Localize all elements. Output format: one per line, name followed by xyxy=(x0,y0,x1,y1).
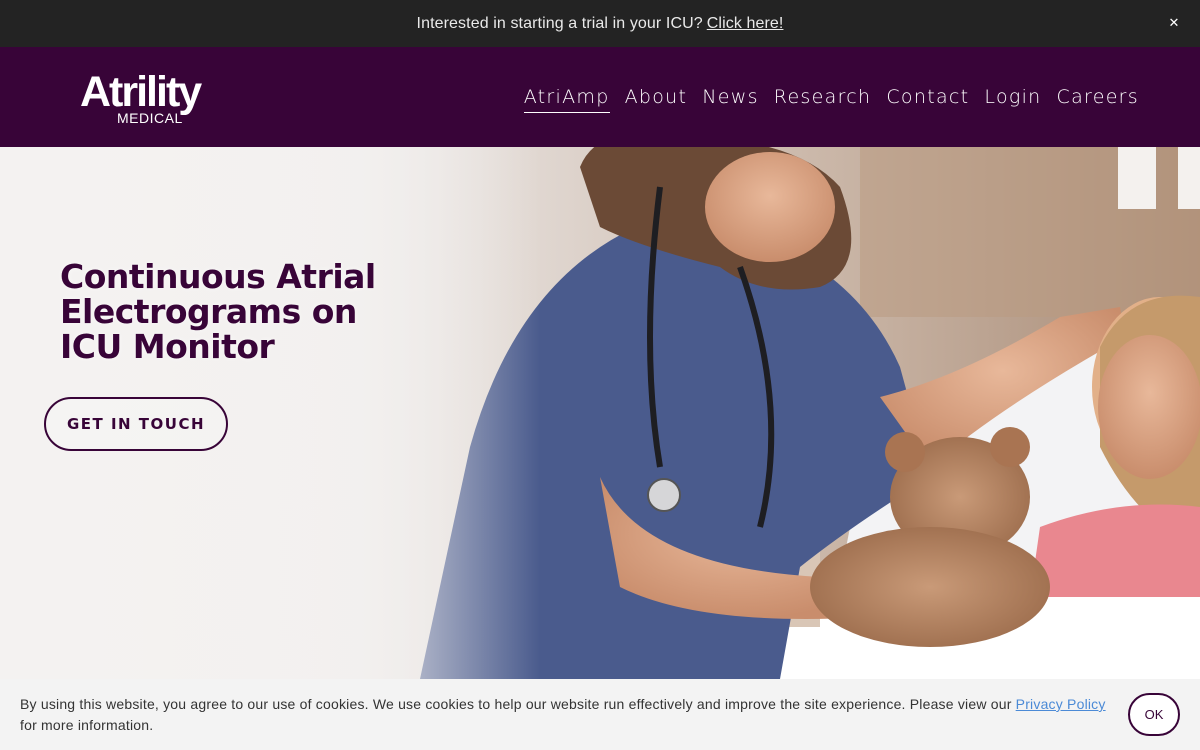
announcement-bar: Interested in starting a trial in your I… xyxy=(0,0,1200,47)
cookie-text-after: for more information. xyxy=(20,717,154,733)
logo-wordmark: Atrility xyxy=(80,68,202,116)
privacy-policy-link[interactable]: Privacy Policy xyxy=(1016,696,1106,712)
nav-item-login[interactable]: Login xyxy=(984,84,1041,113)
get-in-touch-button[interactable]: GET IN TOUCH xyxy=(44,397,228,451)
nav-item-atriamp[interactable]: AtriAmp xyxy=(523,84,610,113)
nav-item-careers[interactable]: Careers xyxy=(1057,84,1140,113)
atrility-logo[interactable]: Atrility MEDICAL xyxy=(80,69,220,129)
nav-item-about[interactable]: About xyxy=(625,84,688,113)
announcement-text: Interested in starting a trial in your I… xyxy=(416,14,703,32)
cookie-text: By using this website, you agree to our … xyxy=(20,694,1110,736)
logo-subtitle: MEDICAL xyxy=(117,110,183,126)
announcement-link[interactable]: Click here! xyxy=(707,15,784,33)
cookie-text-before: By using this website, you agree to our … xyxy=(20,696,1012,712)
nav-item-news[interactable]: News xyxy=(702,84,759,113)
cookie-ok-button[interactable]: OK xyxy=(1128,693,1180,736)
cookie-banner: By using this website, you agree to our … xyxy=(0,679,1200,750)
site-header: Atrility MEDICAL AtriAmp About News Rese… xyxy=(0,47,1200,147)
main-nav: AtriAmp About News Research Contact Logi… xyxy=(523,84,1140,113)
nav-item-contact[interactable]: Contact xyxy=(886,84,969,113)
close-icon[interactable]: ✕ xyxy=(1164,12,1184,34)
hero-section: Continuous Atrial Electrograms on ICU Mo… xyxy=(0,147,1200,679)
hero-title: Continuous Atrial Electrograms on ICU Mo… xyxy=(60,257,376,366)
nav-item-research[interactable]: Research xyxy=(774,84,872,113)
